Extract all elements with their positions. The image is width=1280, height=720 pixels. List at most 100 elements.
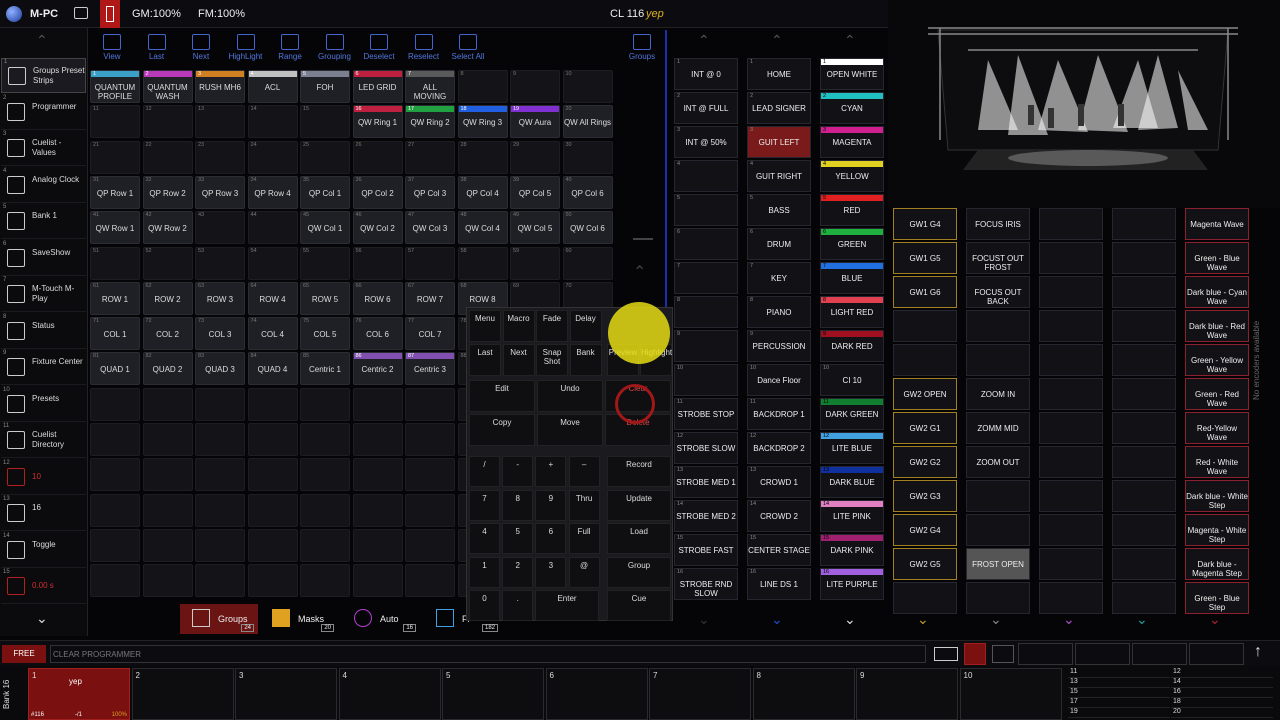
keypad-key[interactable]: 2 — [502, 556, 534, 588]
playback-button[interactable]: 10 — [674, 364, 738, 396]
toolbar-button[interactable]: Deselect — [357, 30, 401, 68]
playback-button[interactable]: 11 BACKDROP 1 — [747, 398, 811, 430]
group-cell[interactable]: 5 FOH — [300, 70, 350, 103]
group-cell[interactable]: 87 Centric 3 — [405, 352, 455, 386]
playback-button[interactable]: 16 LITE PURPLE — [820, 568, 884, 600]
tab-groups[interactable]: Groups 24 — [180, 604, 258, 634]
playback-button[interactable] — [1039, 242, 1103, 274]
keypad-key[interactable]: @ — [568, 556, 600, 588]
playback-button[interactable] — [1039, 412, 1103, 444]
sidebar-item[interactable]: 2 Programmer — [1, 95, 86, 130]
group-cell[interactable] — [405, 423, 455, 456]
playback-button[interactable] — [966, 480, 1030, 512]
keypad-key[interactable]: 8 — [502, 489, 534, 521]
playback-button[interactable]: 13 CROWD 1 — [747, 466, 811, 498]
group-cell[interactable]: 74 COL 4 — [247, 317, 298, 351]
group-cell[interactable]: 75 COL 5 — [300, 317, 350, 351]
playback-button[interactable] — [1112, 378, 1176, 410]
playback-button[interactable]: 15 DARK PINK — [820, 534, 884, 566]
group-cell[interactable]: 29 — [510, 140, 560, 174]
playback-button[interactable]: 5 RED — [820, 194, 884, 226]
group-cell[interactable] — [142, 564, 193, 598]
group-cell[interactable] — [247, 493, 298, 527]
playback-button[interactable]: 15 CENTER STAGE — [747, 534, 811, 566]
sidebar-item[interactable]: 13 16 — [1, 496, 86, 531]
executor-slot[interactable]: 10 — [959, 668, 1062, 720]
group-cell[interactable]: 28 — [457, 140, 508, 174]
sidebar-item[interactable]: 7 M-Touch M-Play — [1, 277, 86, 312]
group-cell[interactable]: 65 ROW 5 — [300, 281, 350, 315]
sidebar-item[interactable]: 12 10 — [1, 460, 86, 495]
group-cell[interactable]: 32 QP Row 2 — [142, 175, 193, 209]
playback-button[interactable] — [1039, 378, 1103, 410]
keypad-key[interactable]: Group — [607, 556, 671, 588]
group-cell[interactable]: 86 Centric 2 — [352, 352, 403, 386]
group-cell[interactable]: 83 QUAD 3 — [195, 352, 245, 386]
group-cell[interactable]: 51 — [90, 246, 140, 280]
group-cell[interactable]: 71 COL 1 — [90, 317, 140, 351]
group-cell[interactable] — [300, 564, 350, 598]
group-cell[interactable] — [247, 564, 298, 598]
keypad-key[interactable]: Last — [469, 344, 501, 376]
mini-executor[interactable]: 19 — [1068, 708, 1170, 718]
column-scroll-down-icon[interactable]: ⌄ — [771, 611, 783, 628]
column-scroll-down-icon[interactable]: ⌄ — [844, 611, 856, 628]
playback-button[interactable]: 15 STROBE FAST — [674, 534, 738, 566]
mini-executor[interactable]: 15 — [1068, 688, 1170, 698]
group-cell[interactable]: 55 — [300, 246, 350, 280]
group-cell[interactable]: 38 QP Col 4 — [457, 175, 508, 209]
playback-button[interactable] — [893, 582, 957, 614]
group-cell[interactable] — [405, 493, 455, 527]
playback-button[interactable]: 16 STROBE RND SLOW — [674, 568, 738, 600]
executor-slot[interactable]: 8 — [752, 668, 855, 720]
group-cell[interactable]: 3 RUSH MH6 — [195, 70, 245, 103]
grid-scroll-up-icon[interactable]: ⌃ — [633, 262, 646, 282]
sidebar-item[interactable]: 4 Analog Clock — [1, 168, 86, 203]
group-cell[interactable] — [300, 387, 350, 421]
playback-button[interactable]: 8 — [674, 296, 738, 328]
playback-button[interactable]: ZOOM IN — [966, 378, 1030, 410]
group-cell[interactable] — [300, 493, 350, 527]
sidebar-item[interactable]: 6 SaveShow — [1, 241, 86, 276]
playback-button[interactable]: GW2 G4 — [893, 514, 957, 546]
playback-button[interactable]: 16 LINE DS 1 — [747, 568, 811, 600]
toolbar-button[interactable]: HighLight — [224, 30, 268, 68]
group-cell[interactable]: 53 — [195, 246, 245, 280]
playback-button[interactable]: 2 LEAD SIGNER — [747, 92, 811, 124]
group-cell[interactable]: 50 QW Col 6 — [562, 211, 613, 245]
group-cell[interactable] — [352, 564, 403, 598]
column-scroll-down-icon[interactable]: ⌄ — [1209, 611, 1221, 628]
grand-master-label[interactable]: GM:100% — [132, 8, 181, 20]
playback-button[interactable]: GW1 G6 — [893, 276, 957, 308]
playback-button[interactable]: 8 PIANO — [747, 296, 811, 328]
group-cell[interactable] — [90, 493, 140, 527]
command-line-input[interactable]: CLEAR PROGRAMMER — [50, 645, 926, 663]
group-cell[interactable]: 63 ROW 3 — [195, 281, 245, 315]
group-cell[interactable]: 64 ROW 4 — [247, 281, 298, 315]
group-cell[interactable]: 72 COL 2 — [142, 317, 193, 351]
grid-view-icon[interactable] — [964, 643, 986, 665]
playback-button[interactable]: FOCUS IRIS — [966, 208, 1030, 240]
group-cell[interactable] — [195, 458, 245, 492]
playback-button[interactable]: ZOMM MID — [966, 412, 1030, 444]
playback-button[interactable]: 4 GUIT RIGHT — [747, 160, 811, 192]
playback-button[interactable] — [1039, 548, 1103, 580]
toolbar-button[interactable]: Last — [135, 30, 179, 68]
playback-button[interactable]: 13 DARK BLUE — [820, 466, 884, 498]
group-cell[interactable]: 26 — [352, 140, 403, 174]
group-cell[interactable]: 48 QW Col 4 — [457, 211, 508, 245]
playback-button[interactable] — [1039, 582, 1103, 614]
group-cell[interactable]: 57 — [405, 246, 455, 280]
keypad-key[interactable]: 6 — [535, 523, 567, 554]
group-cell[interactable]: 52 — [142, 246, 193, 280]
group-cell[interactable] — [300, 528, 350, 562]
column-scroll-down-icon[interactable]: ⌄ — [698, 611, 710, 628]
playback-button[interactable]: Magenta - White Step — [1185, 514, 1249, 546]
playback-button[interactable]: GW1 G4 — [893, 208, 957, 240]
group-cell[interactable]: 84 QUAD 4 — [247, 352, 298, 386]
group-cell[interactable] — [142, 458, 193, 492]
group-cell[interactable]: 37 QP Col 3 — [405, 175, 455, 209]
toolbar-button[interactable]: Reselect — [402, 30, 446, 68]
mini-executor[interactable]: 18 — [1171, 698, 1273, 708]
playback-button[interactable] — [1112, 242, 1176, 274]
